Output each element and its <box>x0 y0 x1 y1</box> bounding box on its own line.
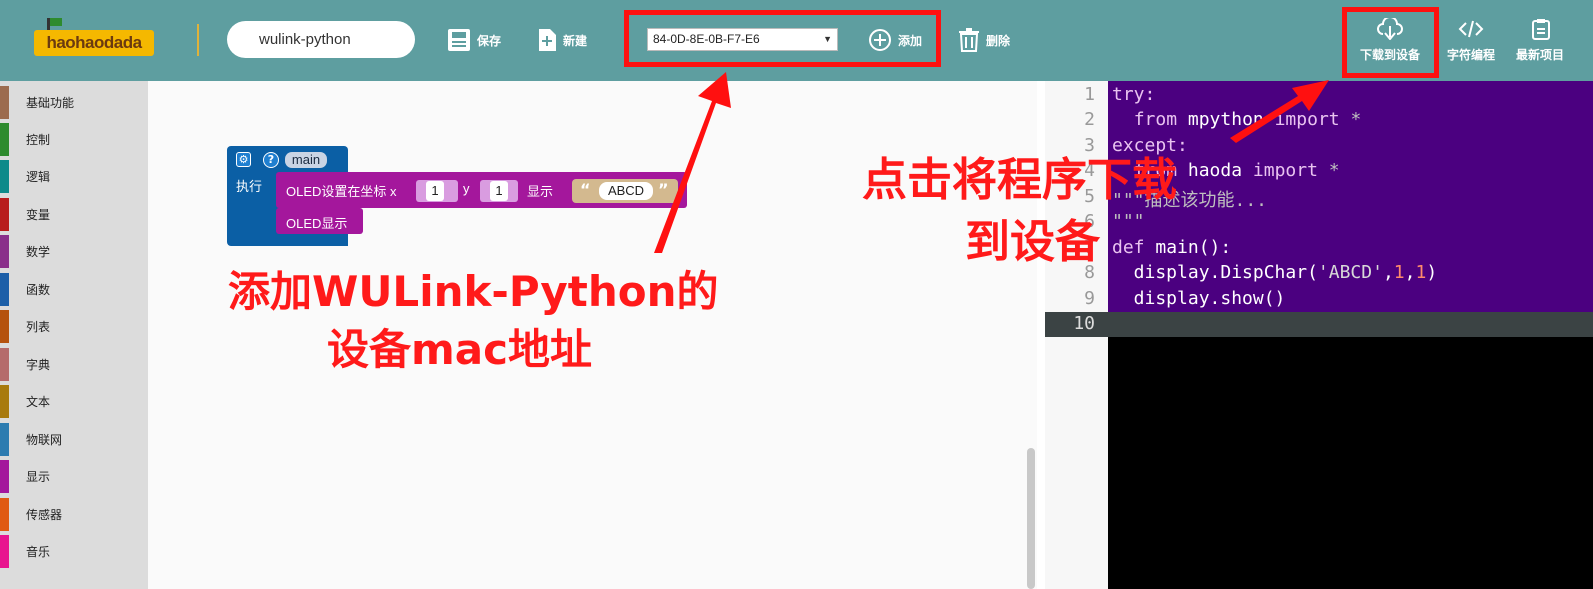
download-annotation-line2: 到设备 <box>965 215 1101 268</box>
download-arrow <box>1230 80 1329 143</box>
app-window: haohaodada wulink-python 保存 新建 84-0D-8E-… <box>0 0 1593 589</box>
download-annotation-line1: 点击将程序下载 <box>862 153 1178 206</box>
mac-arrow <box>654 72 731 253</box>
mac-annotation-line1: 添加WULink-Python的 <box>228 267 719 316</box>
mac-annotation-line2: 设备mac地址 <box>327 325 593 374</box>
